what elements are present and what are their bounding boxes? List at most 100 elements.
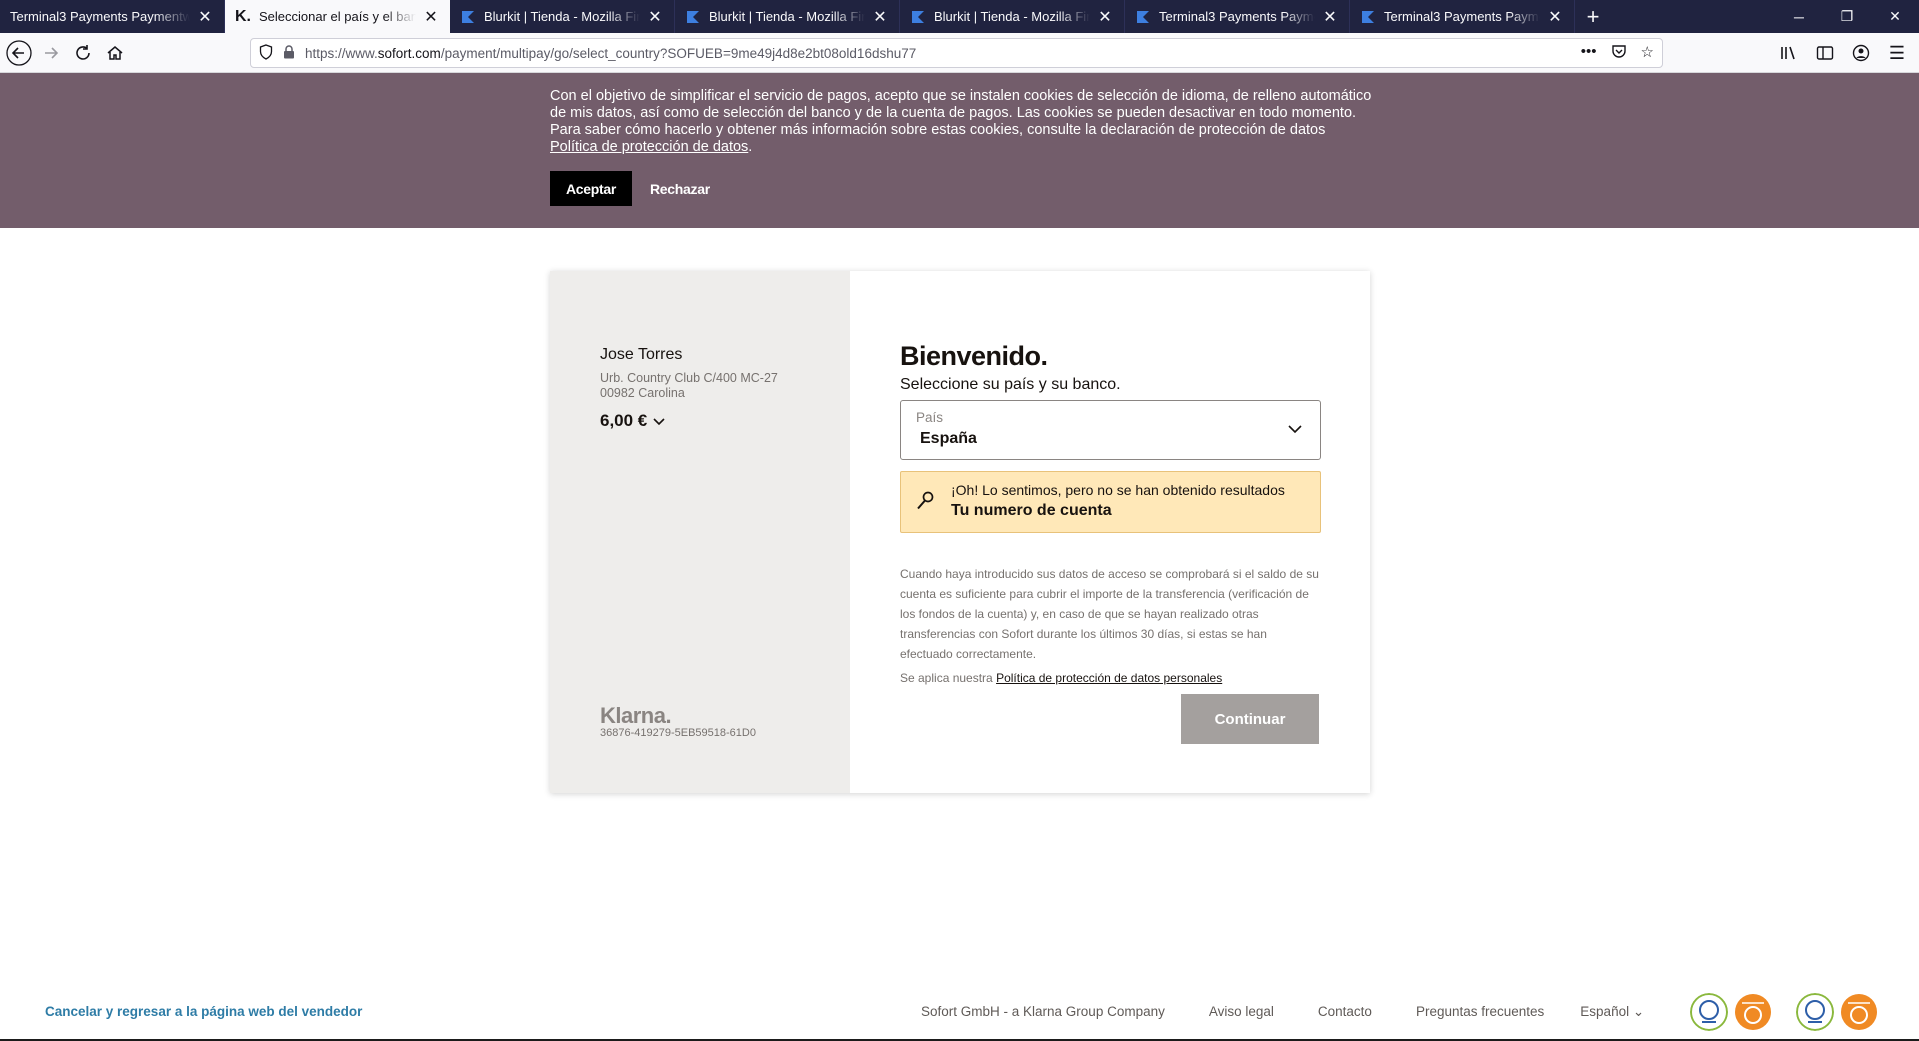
address-bar[interactable]: https://www.sofort.com/payment/multipay/…	[250, 38, 1663, 68]
pocket-icon[interactable]	[1611, 43, 1627, 63]
tab-title: Blurkit | Tienda - Mozilla Firefox	[484, 9, 640, 24]
policy-prefix: Se aplica nuestra	[900, 671, 997, 685]
footer-contact-link[interactable]: Contacto	[1318, 1004, 1372, 1020]
minimize-icon[interactable]: ─	[1775, 0, 1823, 33]
accept-cookies-button[interactable]: Aceptar	[550, 171, 632, 206]
close-tab-icon[interactable]: ✕	[1546, 8, 1564, 26]
page-actions-icon[interactable]: •••	[1581, 43, 1597, 63]
blurkit-favicon-icon	[1135, 9, 1151, 25]
order-summary-panel: Jose Torres Urb. Country Club C/400 MC-2…	[550, 271, 850, 793]
forward-icon[interactable]	[35, 37, 67, 69]
back-icon[interactable]	[3, 37, 35, 69]
transaction-id: 36876-419279-5EB59518-61D0	[600, 727, 756, 739]
customer-name: Jose Torres	[600, 346, 683, 363]
cookie-banner: Con el objetivo de simplificar el servic…	[0, 73, 1919, 228]
browser-tab[interactable]: Terminal3 Payments Paymentwall ✕	[0, 0, 225, 33]
close-window-icon[interactable]: ✕	[1871, 0, 1919, 33]
address-line-2: 00982 Carolina	[600, 386, 685, 400]
home-icon[interactable]	[99, 37, 131, 69]
privacy-policy-link[interactable]: Política de protección de datos	[550, 139, 748, 155]
browser-nav-bar: https://www.sofort.com/payment/multipay/…	[0, 33, 1919, 73]
payment-card: Jose Torres Urb. Country Club C/400 MC-2…	[550, 271, 1370, 793]
tab-title: Terminal3 Payments Paymentwall	[1159, 9, 1315, 24]
cookie-text: Con el objetivo de simplificar el servic…	[550, 88, 1372, 155]
page-footer: Cancelar y regresar a la página web del …	[0, 993, 1919, 1031]
continue-button[interactable]: Continuar	[1181, 694, 1319, 744]
footer-legal-link[interactable]: Aviso legal	[1209, 1004, 1274, 1020]
search-icon	[915, 490, 935, 517]
trust-seal-icon	[1735, 994, 1771, 1030]
close-tab-icon[interactable]: ✕	[422, 8, 440, 26]
url-prefix: https://www.	[305, 45, 378, 61]
chevron-down-icon	[1288, 421, 1302, 439]
tab-title: Terminal3 Payments Paymentwall	[1384, 9, 1540, 24]
klarna-favicon-icon: K.	[235, 7, 251, 25]
tab-title: Terminal3 Payments Paymentwall	[10, 9, 190, 24]
language-selector[interactable]: Español ⌄	[1580, 1004, 1644, 1020]
page-title: Bienvenido.	[900, 341, 1048, 371]
trust-seal-icon	[1690, 993, 1728, 1031]
close-tab-icon[interactable]: ✕	[196, 8, 214, 26]
language-label: Español	[1580, 1004, 1630, 1019]
funds-check-disclaimer: Cuando haya introducido sus datos de acc…	[900, 567, 1319, 661]
url-path: /payment/multipay/go/select_country?SOFU…	[440, 45, 917, 61]
trust-seals	[1690, 993, 1878, 1031]
bank-selection-panel: Bienvenido. Seleccione su país y su banc…	[850, 271, 1370, 793]
chevron-down-icon: ⌄	[1632, 1004, 1645, 1019]
page-subtitle: Seleccione su país y su banco.	[900, 376, 1121, 393]
blurkit-favicon-icon	[1360, 9, 1376, 25]
blurkit-favicon-icon	[685, 9, 701, 25]
footer-faq-link[interactable]: Preguntas frecuentes	[1416, 1004, 1544, 1020]
bookmark-star-icon[interactable]: ☆	[1641, 43, 1654, 63]
tab-title: Blurkit | Tienda - Mozilla Firefox	[934, 9, 1090, 24]
tracking-shield-icon[interactable]	[259, 43, 273, 63]
window-controls: ─ ❐ ✕	[1775, 0, 1919, 33]
close-tab-icon[interactable]: ✕	[1321, 8, 1339, 26]
data-protection-policy-link[interactable]: Política de protección de datos personal…	[996, 671, 1222, 685]
trust-seal-icon	[1841, 994, 1877, 1030]
restore-icon[interactable]: ❐	[1823, 0, 1871, 33]
cookie-text-body: Con el objetivo de simplificar el servic…	[550, 88, 1372, 138]
trust-seal-icon	[1796, 993, 1834, 1031]
url-domain: sofort.com	[377, 45, 441, 61]
browser-tab[interactable]: Terminal3 Payments Paymentwall ✕	[1125, 0, 1350, 33]
no-results-alert: ¡Oh! Lo sentimos, pero no se han obtenid…	[900, 471, 1321, 533]
policy-notice: Se aplica nuestra Política de protección…	[900, 671, 1222, 685]
order-amount: 6,00 €	[600, 411, 648, 430]
browser-tab-strip: Terminal3 Payments Paymentwall ✕ K. Sele…	[0, 0, 1919, 33]
close-tab-icon[interactable]: ✕	[871, 8, 889, 26]
browser-tab[interactable]: Blurkit | Tienda - Mozilla Firefox ✕	[675, 0, 900, 33]
blurkit-favicon-icon	[460, 9, 476, 25]
tab-title: Blurkit | Tienda - Mozilla Firefox	[709, 9, 865, 24]
footer-company-link[interactable]: Sofort GmbH - a Klarna Group Company	[921, 1004, 1165, 1020]
browser-tab[interactable]: Terminal3 Payments Paymentwall ✕	[1350, 0, 1575, 33]
country-select-label: País	[916, 410, 944, 425]
new-tab-icon[interactable]: +	[1575, 0, 1611, 33]
chevron-down-icon	[653, 411, 665, 431]
sidebar-icon[interactable]	[1809, 37, 1841, 69]
order-amount-toggle[interactable]: 6,00 €	[600, 411, 665, 431]
browser-tab-active[interactable]: K. Seleccionar el país y el banco. S ✕	[225, 0, 450, 33]
cancel-return-link[interactable]: Cancelar y regresar a la página web del …	[45, 1004, 362, 1019]
customer-address: Urb. Country Club C/400 MC-27 00982 Caro…	[600, 371, 778, 401]
reject-cookies-button[interactable]: Rechazar	[650, 171, 710, 206]
alert-message: ¡Oh! Lo sentimos, pero no se han obtenid…	[951, 482, 1285, 498]
country-select-value: España	[920, 430, 977, 447]
browser-tab[interactable]: Blurkit | Tienda - Mozilla Firefox ✕	[450, 0, 675, 33]
klarna-logo: Klarna.	[600, 703, 672, 728]
tab-title: Seleccionar el país y el banco. S	[259, 9, 416, 24]
lock-icon[interactable]	[283, 44, 295, 62]
account-icon[interactable]	[1845, 37, 1877, 69]
close-tab-icon[interactable]: ✕	[646, 8, 664, 26]
hamburger-menu-icon[interactable]: ☰	[1881, 37, 1913, 69]
country-select[interactable]: País España	[900, 400, 1321, 460]
url-text: https://www.sofort.com/payment/multipay/…	[305, 46, 1581, 61]
blurkit-favicon-icon	[910, 9, 926, 25]
footer-links: Sofort GmbH - a Klarna Group Company Avi…	[921, 1004, 1644, 1020]
alert-query: Tu numero de cuenta	[951, 502, 1112, 519]
reload-icon[interactable]	[67, 37, 99, 69]
browser-tab[interactable]: Blurkit | Tienda - Mozilla Firefox ✕	[900, 0, 1125, 33]
library-icon[interactable]	[1773, 37, 1805, 69]
close-tab-icon[interactable]: ✕	[1096, 8, 1114, 26]
address-line-1: Urb. Country Club C/400 MC-27	[600, 371, 778, 385]
